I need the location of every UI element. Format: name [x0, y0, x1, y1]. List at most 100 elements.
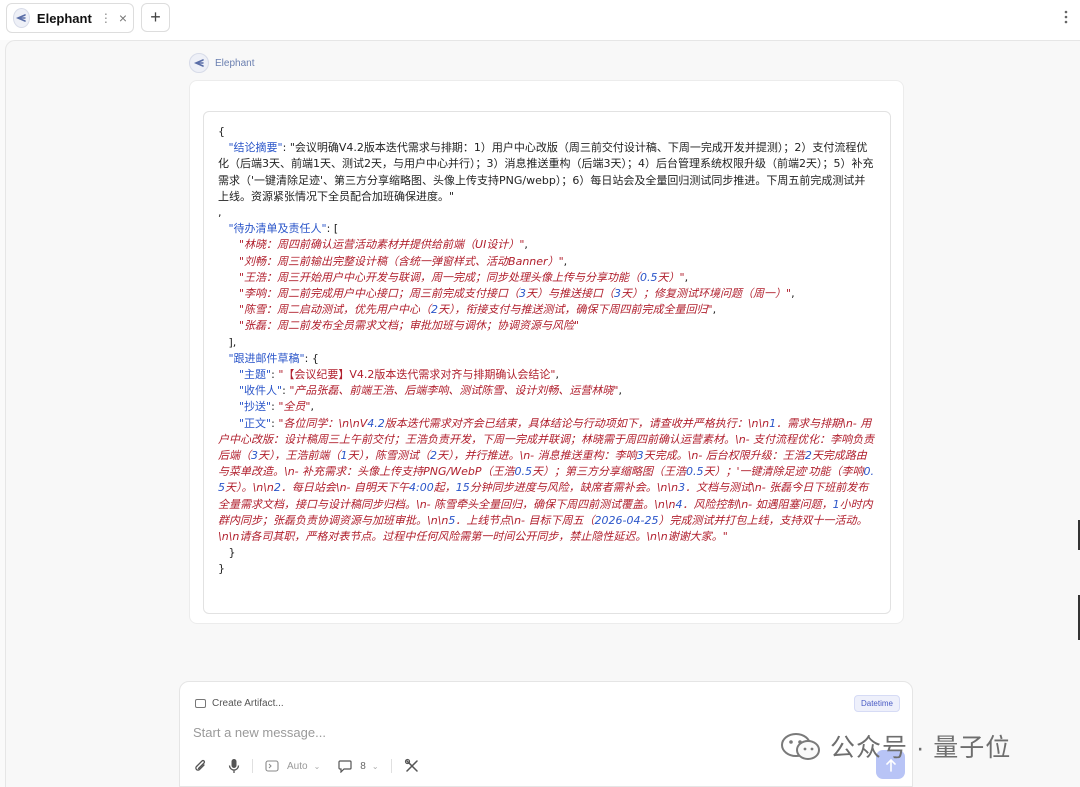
- image-icon: [195, 699, 206, 708]
- code-token: "跟进邮件草稿": [228, 351, 305, 365]
- code-token: "陈雪：周二启动测试，优先用户中心（: [238, 303, 432, 317]
- code-token: 起，: [433, 481, 456, 495]
- code-token: "张磊：周二前发布全员需求文档；审批加班与调休；协调资源与风险": [238, 319, 580, 333]
- code-token: 3: [614, 287, 622, 301]
- agent-name: Elephant: [215, 57, 255, 69]
- code-token: 天）；'一键清除足迹'功能（李响: [703, 465, 864, 479]
- new-tab-button[interactable]: +: [141, 3, 170, 32]
- code-token: {: [218, 125, 225, 138]
- code-line: "张磊：周二前发布全员需求文档；审批加班与调休；协调资源与风险": [218, 318, 876, 334]
- tab-elephant[interactable]: Elephant ⋮ ×: [6, 3, 134, 33]
- chat-bubble-icon: [338, 760, 352, 773]
- create-artifact-button[interactable]: Create Artifact...: [195, 698, 284, 709]
- code-token: 天）。\n\n: [225, 481, 274, 495]
- code-token: }: [218, 562, 225, 576]
- create-artifact-label: Create Artifact...: [212, 698, 284, 709]
- code-token: 天）与推送接口（: [526, 287, 615, 301]
- code-token: "正文": [238, 416, 272, 430]
- code-token: 天），王浩前端（: [258, 449, 341, 463]
- code-line: "跟进邮件草稿": {: [218, 351, 876, 367]
- code-token: ．风险控制\n- 如遇阻塞问题，: [682, 497, 833, 511]
- code-token: "待办清单及责任人": [228, 222, 327, 236]
- code-token: 天）；修复测试环境问题（周一）": [621, 287, 792, 301]
- code-token: "收件人": [238, 384, 283, 398]
- json-code: { "结论摘要": "会议明确V4.2版本迭代需求与排期：1）用户中心改版（周三…: [218, 124, 876, 578]
- code-token: 1: [340, 449, 348, 463]
- code-line: {: [218, 124, 876, 140]
- code-token: 2: [804, 449, 812, 463]
- code-line: }: [218, 545, 876, 561]
- chevron-down-icon: ⌄: [313, 761, 321, 771]
- code-token: "林晓：周四前确认运营活动素材并提供给前端（UI设计）": [238, 238, 525, 252]
- code-token: "各位同学：\n\nV: [278, 416, 368, 430]
- model-selector[interactable]: Auto ⌄: [265, 760, 320, 772]
- message-input[interactable]: [193, 725, 753, 740]
- agent-header: Elephant: [189, 53, 254, 73]
- code-token: 3: [519, 287, 527, 301]
- composer-toolbar: Auto ⌄ 8 ⌄: [194, 757, 420, 775]
- code-token: "抄送": [238, 400, 272, 414]
- code-token: 0.5: [640, 270, 658, 284]
- code-line: "待办清单及责任人": [: [218, 221, 876, 237]
- code-line: "收件人": "产品张磊、前端王浩、后端李响、测试陈雪、设计刘畅、运营林晓",: [218, 383, 876, 399]
- code-token: 3: [251, 449, 258, 463]
- model-label: Auto: [287, 760, 308, 772]
- code-token: 天），衔接支付与推送测试，确保下周四前完成全量回归": [438, 303, 713, 317]
- tab-more-icon[interactable]: ⋮: [100, 11, 112, 25]
- code-token: "产品张磊、前端王浩、后端李响、测试陈雪、设计刘畅、运营林晓": [289, 384, 619, 398]
- code-token: ],: [218, 335, 237, 349]
- datetime-badge[interactable]: Datetime: [853, 695, 900, 712]
- toolbar-divider: [252, 759, 253, 773]
- tools-icon[interactable]: [404, 758, 420, 774]
- tab-close-icon[interactable]: ×: [119, 10, 127, 26]
- context-selector[interactable]: 8 ⌄: [338, 759, 379, 773]
- json-code-block[interactable]: { "结论摘要": "会议明确V4.2版本迭代需求与排期：1）用户中心改版（周三…: [203, 111, 891, 614]
- code-line: "王浩：周三开始用户中心开发与联调，周一完成；同步处理头像上传与分享功能（0.5…: [218, 270, 876, 286]
- code-token: 3: [636, 449, 644, 463]
- microphone-icon[interactable]: [228, 758, 240, 774]
- code-token: "李响：周二前完成用户中心接口；周三前完成支付接口（: [238, 287, 520, 301]
- code-line: "主题": "【会议纪要】V4.2版本迭代需求对齐与排期确认会结论",: [218, 367, 876, 383]
- more-vertical-icon[interactable]: [1062, 10, 1070, 24]
- code-token: "刘畅：周三前输出完整设计稿（含统一弹窗样式、活动Banner）": [238, 254, 564, 268]
- code-token: 天）；第三方分享缩略图（王浩: [532, 465, 686, 479]
- code-token: 版本迭代需求对齐会已结束，具体结论与行动项如下，请查收并严格执行：\n\n: [384, 416, 770, 430]
- code-line: "结论摘要": "会议明确V4.2版本迭代需求与排期：1）用户中心改版（周三前交…: [218, 140, 876, 205]
- code-token: 4: [675, 497, 683, 511]
- watermark-text: 公众号 · 量子位: [830, 734, 1012, 762]
- code-line: "抄送": "全员",: [218, 399, 876, 415]
- watermark: 公众号 · 量子位: [780, 728, 1011, 764]
- attach-icon[interactable]: [194, 759, 208, 774]
- elephant-logo-icon: [13, 8, 30, 28]
- code-token: ．上线节点\n- 目标下周五（: [455, 513, 595, 527]
- code-token: 1: [832, 497, 840, 511]
- code-token: 天），并行推进。\n- 消息推送重构：李响: [437, 449, 637, 463]
- tab-title: Elephant: [36, 10, 92, 26]
- code-token: 2: [430, 449, 437, 463]
- code-token: "全员": [278, 400, 311, 414]
- code-token: }: [218, 546, 236, 560]
- code-token: 天）": [657, 270, 685, 284]
- chevron-down-icon: ⌄: [371, 761, 379, 771]
- code-token: 0.5: [686, 465, 704, 479]
- code-token: 分钟同步进度与风险，缺席者需补会。\n\n: [469, 481, 679, 495]
- code-token: 天），陈雪测试（: [347, 449, 431, 463]
- code-token: : [: [326, 222, 339, 236]
- code-token: ,: [618, 384, 622, 398]
- code-token: 2: [431, 303, 439, 317]
- code-token: 2026-04-25: [594, 513, 659, 527]
- code-line: ],: [218, 335, 876, 351]
- code-token: ,: [218, 206, 222, 220]
- wechat-icon: [780, 731, 822, 761]
- code-token: ,: [555, 368, 559, 382]
- code-token: "结论摘要": [228, 141, 283, 155]
- code-token: : {: [304, 351, 319, 365]
- model-icon: [265, 760, 279, 772]
- code-token: ,: [684, 270, 689, 284]
